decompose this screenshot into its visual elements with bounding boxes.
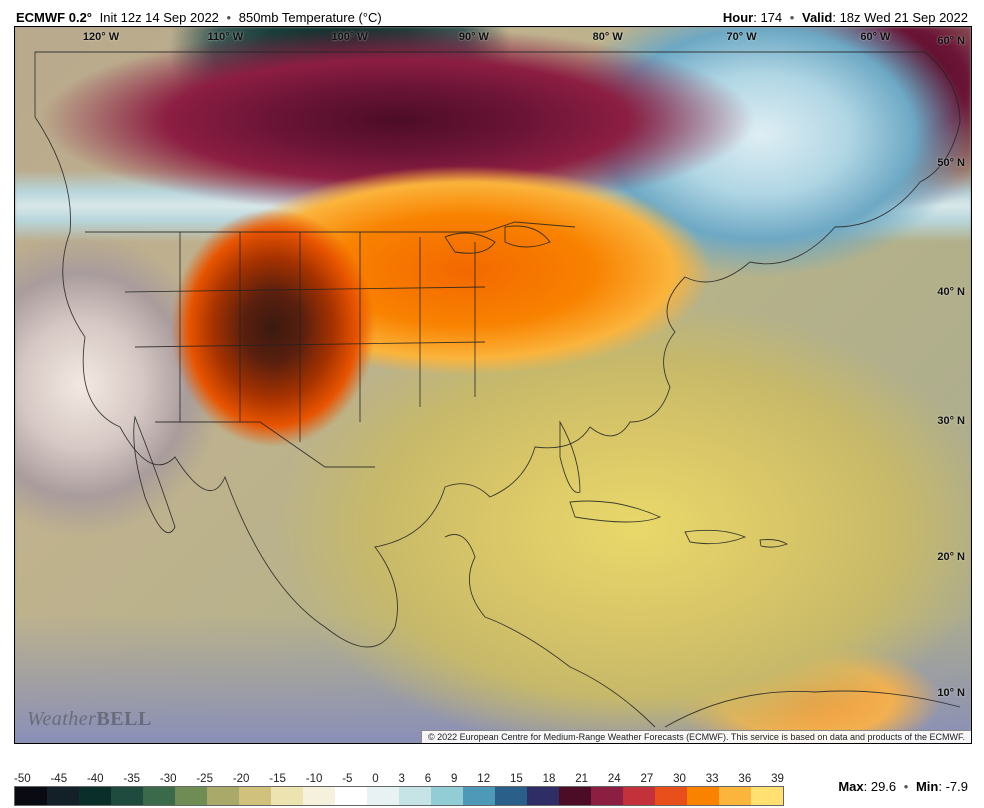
scale-tick: -5 xyxy=(342,773,352,785)
scale-swatch xyxy=(463,787,495,805)
scale-tick: -10 xyxy=(306,773,323,785)
scale-swatch xyxy=(399,787,431,805)
scale-tick: 15 xyxy=(510,773,523,785)
hour-value: 174 xyxy=(760,10,782,25)
scale-swatch xyxy=(111,787,143,805)
init-label: Init xyxy=(100,10,117,25)
scale-swatch xyxy=(751,787,783,805)
scale-tick: 39 xyxy=(771,773,784,785)
scale-tick: 3 xyxy=(399,773,405,785)
scale-swatch xyxy=(15,787,47,805)
scale-tick: -30 xyxy=(160,773,177,785)
scale-swatch xyxy=(47,787,79,805)
scale-swatch xyxy=(143,787,175,805)
min-value: -7.9 xyxy=(946,779,968,794)
lat-label: 10° N xyxy=(937,687,965,699)
map-panel: 120° W 110° W 100° W 90° W 80° W 70° W 6… xyxy=(14,26,972,744)
valid-label: Valid xyxy=(802,10,832,25)
scale-swatch xyxy=(527,787,559,805)
lon-label: 70° W xyxy=(727,31,757,43)
scale-swatch xyxy=(719,787,751,805)
lon-label: 80° W xyxy=(593,31,623,43)
max-label: Max xyxy=(838,779,863,794)
lon-label: 60° W xyxy=(860,31,890,43)
scale-swatch xyxy=(239,787,271,805)
min-label: Min xyxy=(916,779,938,794)
max-value: 29.6 xyxy=(871,779,896,794)
scale-tick: 0 xyxy=(372,773,378,785)
scale-swatch xyxy=(175,787,207,805)
header-left: ECMWF 0.2° Init 12z 14 Sep 2022 • 850mb … xyxy=(16,10,382,25)
lat-label: 20° N xyxy=(937,551,965,563)
scale-tick: 9 xyxy=(451,773,457,785)
scale-tick: 6 xyxy=(425,773,431,785)
scale-tick: -50 xyxy=(14,773,31,785)
scale-swatch xyxy=(687,787,719,805)
color-scale-bar xyxy=(14,786,784,806)
scale-swatch xyxy=(591,787,623,805)
hour-label: Hour xyxy=(723,10,753,25)
separator-dot: • xyxy=(790,10,795,25)
scale-tick: 12 xyxy=(477,773,490,785)
scale-swatch xyxy=(303,787,335,805)
scale-swatch xyxy=(207,787,239,805)
lat-label: 60° N xyxy=(937,35,965,47)
ecmwf-copyright: © 2022 European Centre for Medium-Range … xyxy=(421,730,971,743)
chart-footer: -50-45-40-35-30-25-20-15-10-503691215182… xyxy=(0,746,984,808)
scale-tick: -20 xyxy=(233,773,250,785)
scale-tick: 33 xyxy=(706,773,719,785)
lon-label: 110° W xyxy=(208,31,244,43)
separator-dot: • xyxy=(227,10,232,25)
lon-label: 90° W xyxy=(459,31,489,43)
model-name: ECMWF xyxy=(16,10,65,25)
color-scale-ticks: -50-45-40-35-30-25-20-15-10-503691215182… xyxy=(14,773,784,786)
chart-header: ECMWF 0.2° Init 12z 14 Sep 2022 • 850mb … xyxy=(0,0,984,30)
model-res: 0.2° xyxy=(69,10,92,25)
weatherbell-watermark: WeatherBELL xyxy=(27,708,152,731)
stats-readout: Max: 29.6 • Min: -7.9 xyxy=(838,779,968,794)
separator-dot: • xyxy=(904,779,909,794)
lon-label: 100° W xyxy=(331,31,367,43)
scale-swatch xyxy=(559,787,591,805)
scale-swatch xyxy=(655,787,687,805)
watermark-part-a: Weather xyxy=(27,708,96,730)
lat-label: 30° N xyxy=(937,415,965,427)
scale-tick: -40 xyxy=(87,773,104,785)
watermark-part-b: BELL xyxy=(96,708,151,730)
scale-swatch xyxy=(79,787,111,805)
scale-tick: 18 xyxy=(543,773,556,785)
color-scale: -50-45-40-35-30-25-20-15-10-503691215182… xyxy=(14,773,784,806)
lat-label: 40° N xyxy=(937,286,965,298)
header-right: Hour: 174 • Valid: 18z Wed 21 Sep 2022 xyxy=(723,10,968,25)
product-name: 850mb Temperature (°C) xyxy=(239,10,382,25)
scale-tick: 30 xyxy=(673,773,686,785)
scale-tick: 27 xyxy=(641,773,654,785)
scale-tick: -25 xyxy=(196,773,213,785)
scale-tick: 21 xyxy=(575,773,588,785)
scale-swatch xyxy=(271,787,303,805)
scale-tick: -15 xyxy=(269,773,286,785)
valid-value: 18z Wed 21 Sep 2022 xyxy=(840,10,968,25)
scale-swatch xyxy=(335,787,367,805)
coastlines-borders xyxy=(15,27,971,743)
init-value: 12z 14 Sep 2022 xyxy=(121,10,219,25)
scale-tick: 36 xyxy=(738,773,751,785)
lon-label: 120° W xyxy=(83,31,119,43)
scale-swatch xyxy=(431,787,463,805)
scale-swatch xyxy=(367,787,399,805)
scale-swatch xyxy=(495,787,527,805)
scale-swatch xyxy=(623,787,655,805)
lat-label: 50° N xyxy=(937,157,965,169)
scale-tick: -45 xyxy=(50,773,67,785)
scale-tick: 24 xyxy=(608,773,621,785)
scale-tick: -35 xyxy=(123,773,140,785)
